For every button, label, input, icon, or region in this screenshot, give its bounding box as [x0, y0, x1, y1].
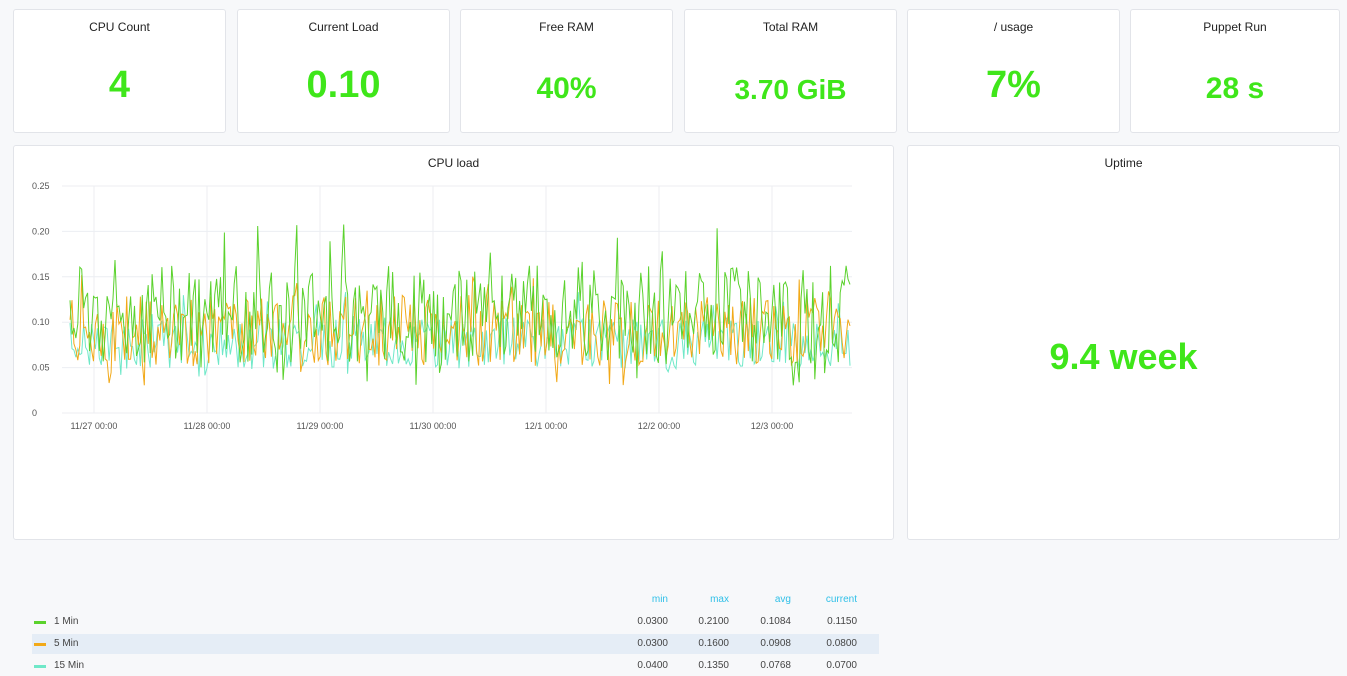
- stat-value: 28 s: [1205, 72, 1265, 105]
- cpu-load-panel[interactable]: CPU load 0.25 0.20 0.15 0.10 0.05 0 11/27 00:…: [13, 145, 894, 671]
- uptime-value: 9.4 week: [1049, 336, 1198, 377]
- y-tick-label: 0.25: [32, 181, 50, 191]
- x-tick-label: 11/27 00:00: [71, 421, 118, 431]
- stat-title: Free RAM: [539, 20, 594, 34]
- legend-avg: 0.1084: [760, 616, 791, 627]
- y-tick-label: 0.15: [32, 272, 50, 282]
- stat-panel-root-usage[interactable]: / usage 7%: [907, 9, 1120, 133]
- stat-value: 40%: [536, 72, 597, 105]
- legend-col-current[interactable]: current: [797, 594, 857, 605]
- legend-avg: 0.0908: [760, 638, 791, 649]
- legend-row-1min[interactable]: 1 Min 0.0300 0.2100 0.1084 0.1150: [32, 612, 879, 632]
- y-axis-ticks: 0.25 0.20 0.15 0.10 0.05 0: [32, 181, 50, 418]
- legend-max: 0.1350: [698, 660, 729, 671]
- stat-value: 7%: [986, 64, 1041, 106]
- x-tick-label: 11/29 00:00: [297, 421, 344, 431]
- cpu-load-chart[interactable]: 0.25 0.20 0.15 0.10 0.05 0 11/27 00:00 11/28 0…: [14, 171, 893, 471]
- y-tick-label: 0.10: [32, 317, 50, 327]
- series-swatch-1min: [34, 621, 46, 624]
- legend-series-name: 5 Min: [54, 638, 79, 649]
- chart-grid: [62, 185, 852, 414]
- series-line-15-min: [69, 292, 851, 377]
- legend-current: 0.0700: [826, 660, 857, 671]
- legend-series-name: 15 Min: [54, 660, 85, 671]
- y-tick-label: 0.20: [32, 226, 50, 236]
- legend-header: min max avg current: [32, 594, 879, 608]
- legend-col-max[interactable]: max: [669, 594, 729, 605]
- uptime-title: Uptime: [1104, 156, 1143, 170]
- legend-row-5min[interactable]: 5 Min 0.0300 0.1600 0.0908 0.0800: [32, 634, 879, 654]
- series-swatch-15min: [34, 665, 46, 668]
- uptime-panel[interactable]: Uptime 9.4 week: [907, 145, 1340, 540]
- legend-avg: 0.0768: [760, 660, 791, 671]
- legend-current: 0.1150: [827, 616, 857, 627]
- stat-title: CPU Count: [89, 20, 150, 34]
- x-axis-ticks: 11/27 00:00 11/28 00:00 11/29 00:00 11/30 0…: [71, 421, 794, 431]
- stat-panel-total-ram[interactable]: Total RAM 3.70 GiB: [684, 9, 897, 133]
- stat-title: Current Load: [308, 20, 379, 34]
- x-tick-label: 12/3 00:00: [751, 421, 794, 431]
- legend-row-15min[interactable]: 15 Min 0.0400 0.1350 0.0768 0.0700: [32, 656, 879, 676]
- legend-min: 0.0300: [637, 616, 668, 627]
- legend-max: 0.2100: [698, 616, 729, 627]
- stat-panel-puppet-run[interactable]: Puppet Run 28 s: [1130, 9, 1340, 133]
- x-tick-label: 11/30 00:00: [410, 421, 457, 431]
- legend-max: 0.1600: [698, 638, 729, 649]
- stat-panel-free-ram[interactable]: Free RAM 40%: [460, 9, 673, 133]
- stat-title: Puppet Run: [1203, 20, 1267, 34]
- series-lines: [69, 224, 851, 386]
- stat-title: Total RAM: [762, 20, 819, 34]
- legend-col-avg[interactable]: avg: [731, 594, 791, 605]
- series-swatch-5min: [34, 643, 46, 646]
- legend-current: 0.0800: [826, 638, 857, 649]
- legend-min: 0.0300: [637, 638, 668, 649]
- stat-panel-cpu-count[interactable]: CPU Count 4: [13, 9, 226, 133]
- y-tick-label: 0: [32, 408, 37, 418]
- legend-series-name: 1 Min: [54, 616, 79, 627]
- legend-col-min[interactable]: min: [608, 594, 668, 605]
- stat-value: 3.70 GiB: [734, 74, 847, 105]
- legend-min: 0.0400: [637, 660, 668, 671]
- y-tick-label: 0.05: [32, 363, 50, 373]
- stat-value: 0.10: [306, 64, 381, 106]
- stat-title: / usage: [993, 20, 1034, 34]
- x-tick-label: 12/1 00:00: [525, 421, 568, 431]
- chart-title: CPU load: [427, 156, 480, 170]
- stat-value: 4: [108, 64, 131, 106]
- stat-panel-current-load[interactable]: Current Load 0.10: [237, 9, 450, 133]
- x-tick-label: 12/2 00:00: [638, 421, 681, 431]
- x-tick-label: 11/28 00:00: [184, 421, 231, 431]
